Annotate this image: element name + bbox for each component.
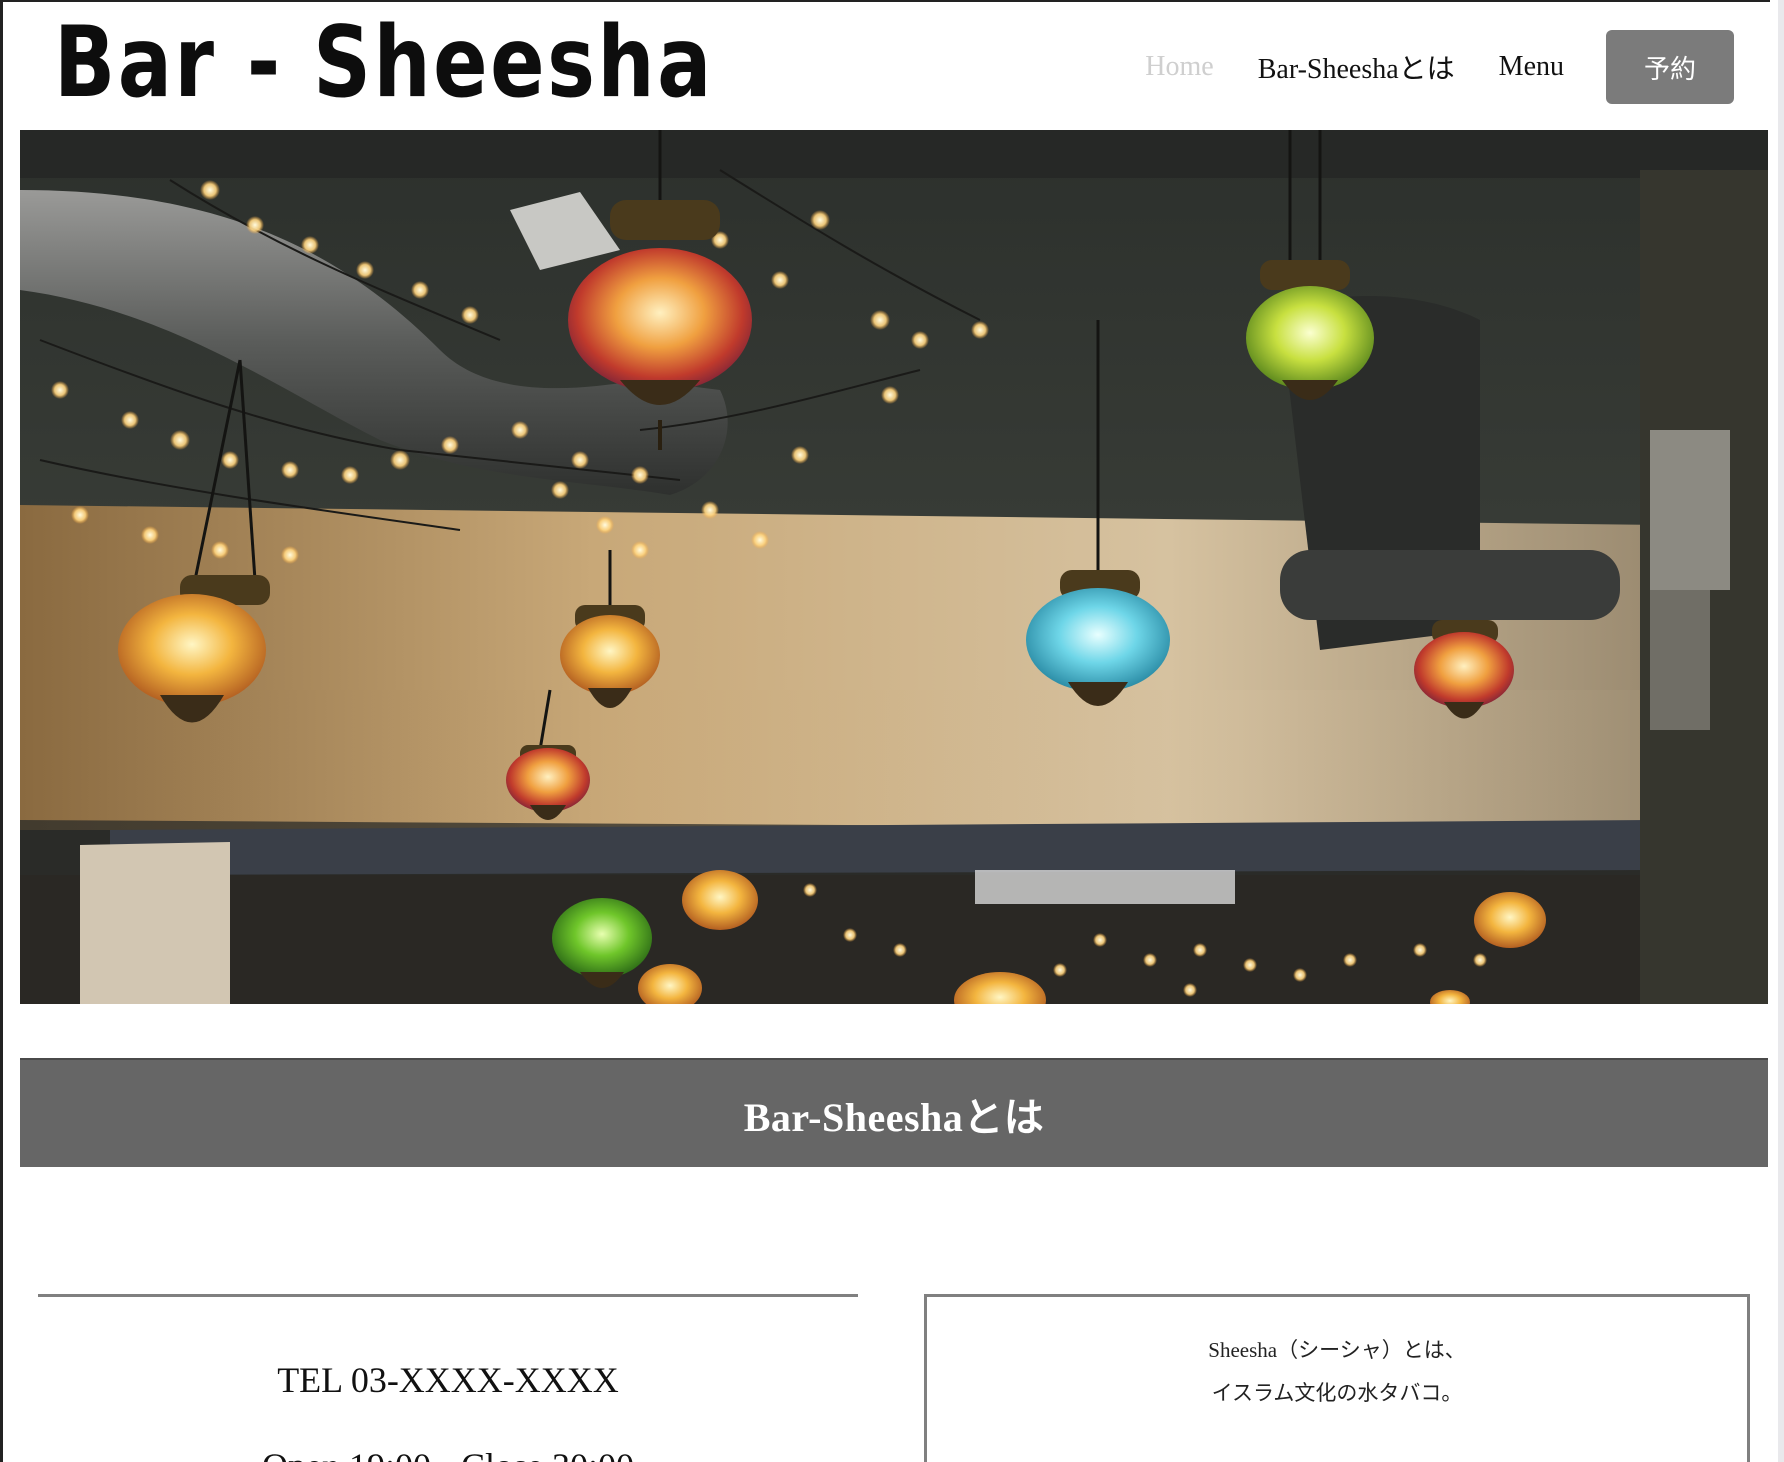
about-line-2: イスラム文化の水タバコ。 xyxy=(1211,1381,1463,1405)
window-left-border xyxy=(0,0,3,1462)
window-right-gutter xyxy=(1770,0,1784,1462)
nav-home[interactable]: Home xyxy=(1145,51,1213,83)
hero-image xyxy=(20,130,1768,1004)
about-line-1: Sheesha（シーシャ）とは、 xyxy=(1208,1338,1466,1362)
nav-about[interactable]: Bar-Sheeshaとは xyxy=(1258,47,1455,87)
opening-hours: Open 19:00 - Close 30:00 xyxy=(38,1445,858,1462)
site-logo[interactable]: Bar - Sheesha xyxy=(54,8,714,118)
contact-info-panel: TEL 03-XXXX-XXXX Open 19:00 - Close 30:0… xyxy=(38,1294,858,1462)
site-header: Bar - Sheesha Home Bar-Sheeshaとは Menu 予約 xyxy=(20,2,1768,130)
about-card: Sheesha（シーシャ）とは、 イスラム文化の水タバコ。 xyxy=(924,1294,1750,1462)
nav-menu[interactable]: Menu xyxy=(1499,51,1564,83)
about-section-header: Bar-Sheeshaとは xyxy=(20,1058,1768,1167)
section-title: Bar-Sheeshaとは xyxy=(743,1094,1045,1140)
phone-number[interactable]: TEL 03-XXXX-XXXX xyxy=(38,1359,858,1401)
lamps-illustration xyxy=(20,130,1768,1004)
reserve-button[interactable]: 予約 xyxy=(1606,30,1734,104)
main-nav: Home Bar-Sheeshaとは Menu 予約 xyxy=(1101,30,1734,104)
